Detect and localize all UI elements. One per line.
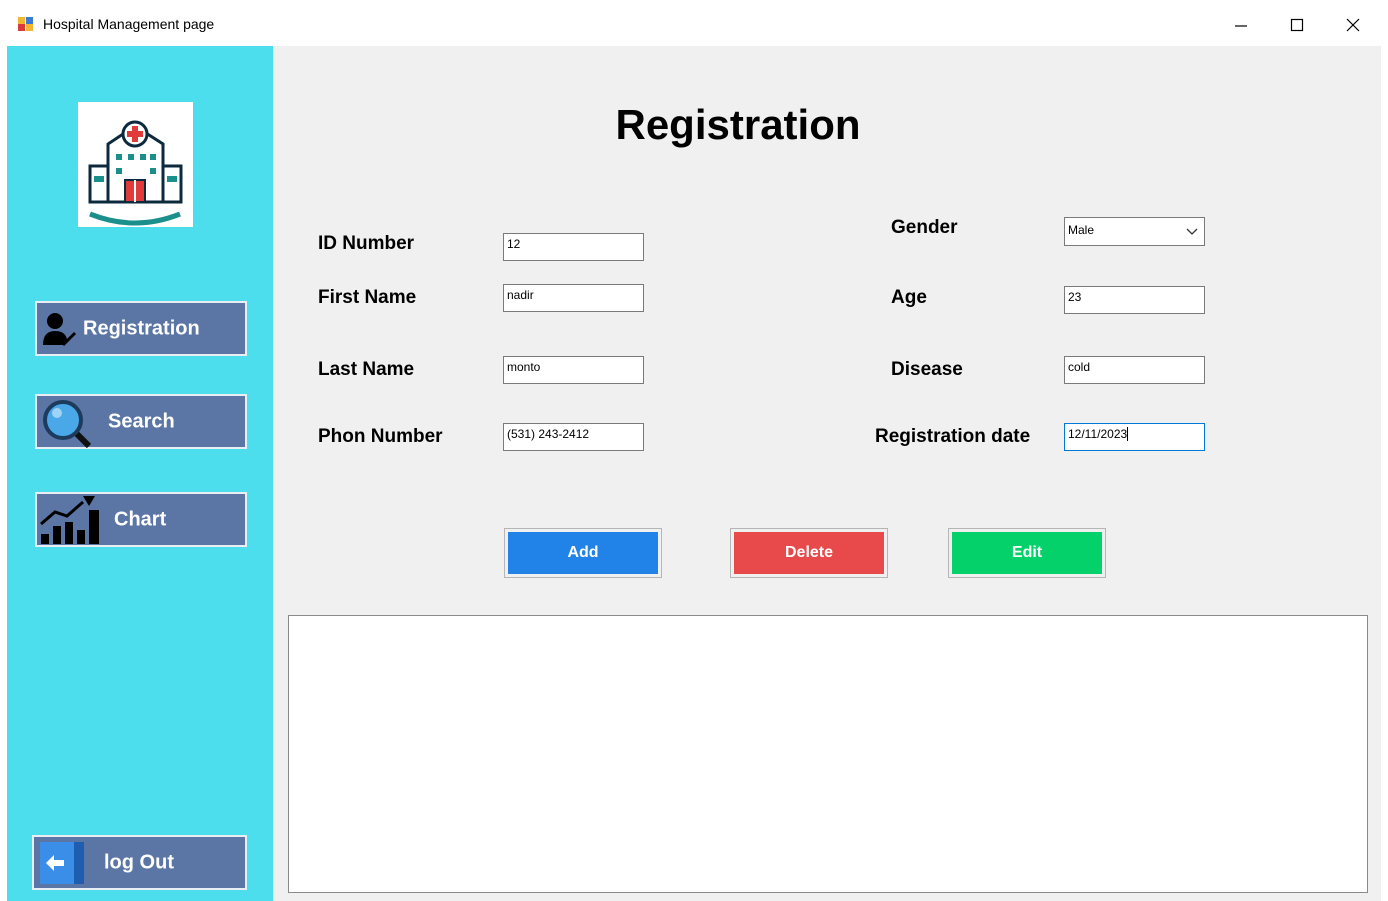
age-input[interactable]: 23	[1064, 286, 1205, 314]
registration-date-input[interactable]: 12/11/2023	[1064, 423, 1205, 451]
id-number-input[interactable]: 12	[503, 233, 644, 261]
sidebar: Registration Search Chart log Out	[7, 46, 273, 901]
close-icon	[1346, 18, 1360, 32]
nav-chart-button[interactable]: Chart	[35, 492, 247, 547]
minimize-button[interactable]	[1218, 8, 1264, 42]
phone-number-input[interactable]: (531) 243-2412	[503, 423, 644, 451]
first-name-input[interactable]: nadir	[503, 284, 644, 312]
registration-date-label: Registration date	[875, 426, 1031, 447]
delete-button-label: Delete	[734, 532, 884, 574]
hospital-logo-icon	[88, 120, 183, 226]
minimize-icon	[1235, 25, 1247, 27]
window-title-bar: Hospital Management page	[0, 0, 1388, 46]
text-caret	[1127, 427, 1129, 441]
logo-container	[78, 102, 193, 227]
nav-registration-label: Registration	[83, 317, 200, 339]
gender-select[interactable]: Male	[1064, 217, 1205, 246]
nav-registration-button[interactable]: Registration	[35, 301, 247, 356]
nav-logout-label: log Out	[104, 851, 174, 873]
chart-icon	[39, 494, 101, 552]
search-icon	[41, 398, 92, 454]
app-window-icon	[18, 16, 34, 32]
disease-label: Disease	[891, 359, 963, 380]
age-label: Age	[891, 287, 927, 308]
nav-search-button[interactable]: Search	[35, 394, 247, 449]
logout-arrow-icon	[40, 842, 86, 890]
gender-label: Gender	[891, 217, 958, 238]
registration-date-value: 12/11/2023	[1068, 427, 1128, 441]
nav-search-label: Search	[108, 410, 175, 432]
nav-logout-button[interactable]: log Out	[32, 835, 247, 890]
patients-data-grid[interactable]	[288, 615, 1368, 893]
maximize-button[interactable]	[1274, 8, 1320, 42]
last-name-input[interactable]: monto	[503, 356, 644, 384]
page-title: Registration	[615, 101, 861, 148]
window-right-edge	[1381, 46, 1388, 901]
close-button[interactable]	[1330, 8, 1376, 42]
maximize-icon	[1290, 18, 1304, 32]
add-button-label: Add	[508, 532, 658, 574]
chevron-down-icon	[1186, 228, 1198, 235]
first-name-label: First Name	[318, 287, 417, 308]
last-name-label: Last Name	[318, 359, 415, 380]
add-button[interactable]: Add	[504, 528, 662, 578]
delete-button[interactable]: Delete	[730, 528, 888, 578]
edit-button-label: Edit	[952, 532, 1102, 574]
edit-button[interactable]: Edit	[948, 528, 1106, 578]
main-panel: Registration ID Number 12 First Name nad…	[273, 46, 1381, 901]
nav-chart-label: Chart	[114, 508, 167, 530]
phone-number-label: Phon Number	[318, 426, 443, 447]
id-number-label: ID Number	[318, 233, 415, 254]
disease-input[interactable]: cold	[1064, 356, 1205, 384]
gender-selected-value: Male	[1068, 223, 1095, 237]
window-title: Hospital Management page	[43, 16, 215, 32]
user-edit-icon	[41, 311, 77, 353]
